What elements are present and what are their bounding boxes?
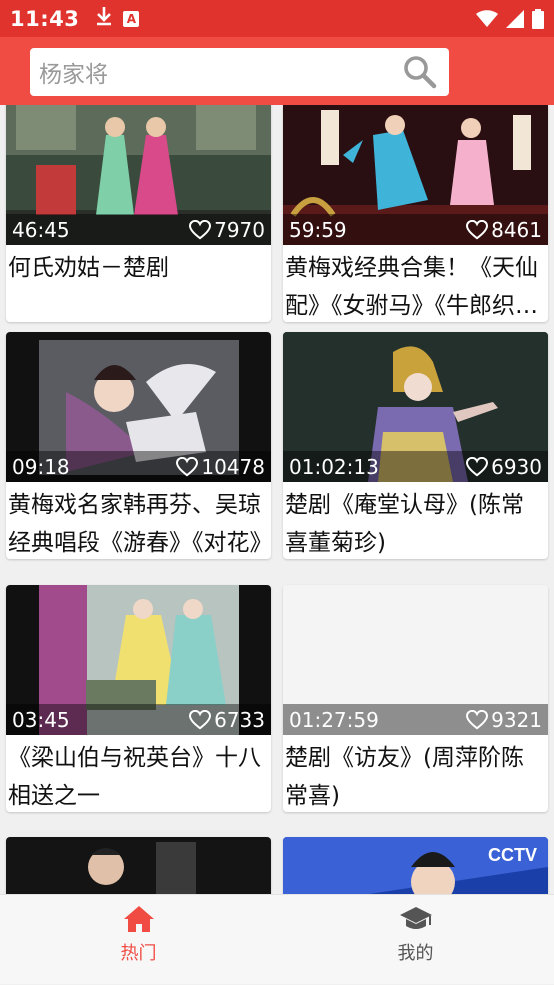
- home-icon: [123, 906, 154, 932]
- heart-icon: [466, 456, 489, 476]
- heart-icon: [466, 219, 489, 239]
- status-time: 11:43: [10, 6, 80, 31]
- heart-icon: [176, 456, 199, 476]
- thumbnail-overlay: 01:02:13 6930: [283, 451, 548, 482]
- video-thumbnail[interactable]: 09:18 10478: [6, 332, 271, 482]
- video-title[interactable]: 黄梅戏经典合集！《天仙配》《女驸马》《牛郎织女》: [283, 245, 548, 322]
- like-count: 9321: [491, 707, 542, 732]
- wifi-icon: [476, 9, 498, 27]
- video-duration: 01:27:59: [289, 707, 379, 732]
- signal-icon: [506, 9, 524, 28]
- like-count-group: 8461: [466, 218, 542, 242]
- like-count-group: 6733: [189, 708, 265, 732]
- video-card[interactable]: 59:59 8461 黄梅戏经典合集！《天仙配》《女驸马》《牛郎织女》: [283, 105, 548, 322]
- download-icon: [95, 6, 113, 31]
- video-thumbnail[interactable]: 01:02:13 6930: [283, 332, 548, 482]
- video-duration: 59:59: [289, 217, 347, 242]
- like-count: 10478: [201, 454, 265, 479]
- video-thumbnail[interactable]: 46:45 7970: [6, 105, 271, 245]
- search-icon[interactable]: [403, 55, 437, 89]
- video-thumbnail[interactable]: CCTV: [283, 837, 548, 894]
- video-card[interactable]: 03:45 6733 《梁山伯与祝英台》十八相送之一: [6, 585, 271, 812]
- heart-icon: [189, 709, 212, 729]
- video-title[interactable]: 何氏劝姑－楚剧: [6, 245, 271, 322]
- battery-icon: [532, 8, 544, 29]
- video-thumbnail[interactable]: 59:59 8461: [283, 105, 548, 245]
- video-title[interactable]: 楚剧《庵堂认母》(陈常喜董菊珍): [283, 482, 548, 559]
- video-duration: 46:45: [12, 217, 70, 242]
- like-count: 6733: [214, 707, 265, 732]
- video-thumbnail[interactable]: 01:27:59 9321: [283, 585, 548, 735]
- tab-mine-label: 我的: [397, 943, 434, 964]
- video-title[interactable]: 《梁山伯与祝英台》十八相送之一: [6, 735, 271, 812]
- thumbnail-overlay: 03:45 6733: [6, 704, 271, 735]
- thumbnail-overlay: 46:45 7970: [6, 214, 271, 245]
- video-thumbnail[interactable]: 03:45 6733: [6, 585, 271, 735]
- thumbnail-overlay: 01:27:59 9321: [283, 704, 548, 735]
- search-box[interactable]: 杨家将: [30, 48, 449, 96]
- video-grid: 46:45 7970 何氏劝姑－楚剧 59:59 8461 黄梅戏经典合集！《天…: [0, 105, 554, 894]
- cctv-logo: CCTV: [488, 845, 537, 865]
- like-count: 8461: [491, 217, 542, 242]
- tab-hot-label: 热门: [120, 943, 157, 964]
- like-count: 7970: [214, 217, 265, 242]
- like-count-group: 7970: [189, 218, 265, 242]
- video-duration: 09:18: [12, 454, 70, 479]
- thumbnail-overlay: 59:59 8461: [283, 214, 548, 245]
- status-bar: 11:43 A: [0, 0, 554, 37]
- video-card[interactable]: 46:45 7970 何氏劝姑－楚剧: [6, 105, 271, 322]
- video-card[interactable]: CCTV: [283, 837, 548, 894]
- video-card[interactable]: 09:18 10478 黄梅戏名家韩再芬、吴琼经典唱段《游春》《对花》: [6, 332, 271, 559]
- thumbnail-overlay: 09:18 10478: [6, 451, 271, 482]
- like-count: 6930: [491, 454, 542, 479]
- heart-icon: [466, 709, 489, 729]
- video-thumbnail[interactable]: [6, 837, 271, 894]
- video-card[interactable]: [6, 837, 271, 894]
- bottom-navigation: 热门 我的: [0, 894, 554, 984]
- video-duration: 01:02:13: [289, 454, 379, 479]
- like-count-group: 9321: [466, 708, 542, 732]
- tab-hot[interactable]: 热门: [0, 895, 277, 985]
- tab-mine[interactable]: 我的: [277, 895, 554, 985]
- video-title[interactable]: 黄梅戏名家韩再芬、吴琼经典唱段《游春》《对花》: [6, 482, 271, 559]
- search-input[interactable]: 杨家将: [39, 55, 108, 89]
- video-card[interactable]: 01:02:13 6930 楚剧《庵堂认母》(陈常喜董菊珍): [283, 332, 548, 559]
- like-count-group: 6930: [466, 455, 542, 479]
- video-title[interactable]: 楚剧《访友》(周萍阶陈常喜): [283, 735, 548, 812]
- like-count-group: 10478: [176, 455, 265, 479]
- graduation-cap-icon: [399, 907, 432, 929]
- heart-icon: [189, 219, 212, 239]
- app-notification-icon: A: [123, 10, 140, 27]
- video-duration: 03:45: [12, 707, 70, 732]
- top-app-bar: 杨家将: [0, 37, 554, 105]
- video-card[interactable]: 01:27:59 9321 楚剧《访友》(周萍阶陈常喜): [283, 585, 548, 812]
